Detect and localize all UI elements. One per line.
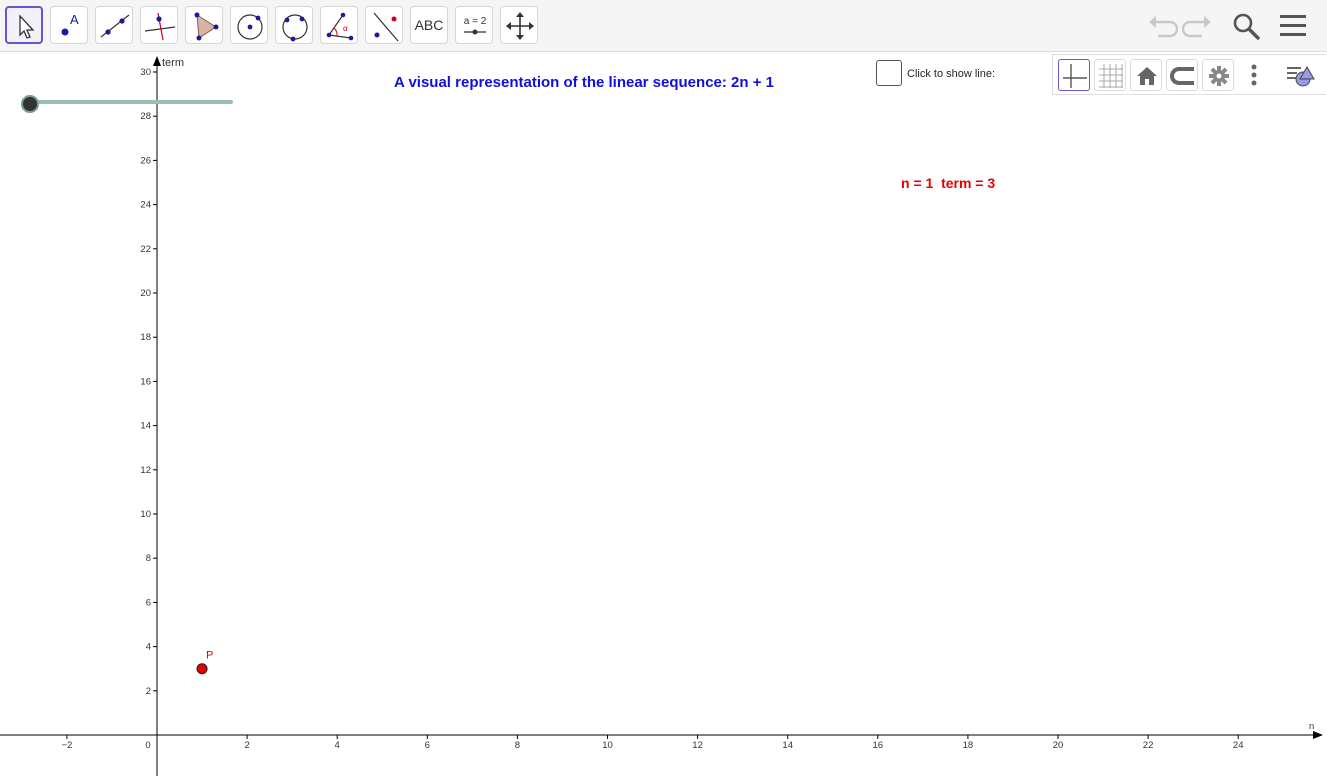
perpendicular-line-tool-button[interactable]	[140, 6, 178, 44]
x-tick-label: 24	[1233, 740, 1244, 751]
line-tool-button[interactable]	[95, 6, 133, 44]
point-p[interactable]	[196, 663, 208, 675]
y-tick-label: 6	[146, 597, 151, 608]
y-tick-label: 24	[140, 200, 151, 211]
line-through-points-icon	[100, 14, 130, 38]
axes-toggle-button[interactable]	[1058, 59, 1090, 91]
graphics-style-bar	[1052, 54, 1326, 95]
x-tick-label: 16	[873, 740, 884, 751]
x-tick-label: −2	[61, 740, 72, 751]
slider-icon: a = 2	[464, 16, 487, 35]
y-tick-label: 18	[140, 332, 151, 343]
y-tick-label: 26	[140, 155, 151, 166]
n-term-readout: n = 1 term = 3	[901, 175, 996, 191]
toolbar: A α ABC a = 2	[0, 0, 1327, 52]
y-tick-label: 2	[146, 686, 151, 697]
point-tool-button[interactable]: A	[50, 6, 88, 44]
n-slider-track[interactable]	[30, 100, 233, 104]
show-line-checkbox[interactable]	[876, 60, 902, 86]
y-axis-arrow	[153, 56, 161, 66]
x-axis-label: n	[1309, 721, 1314, 732]
axes-toggle-icon	[1063, 64, 1087, 88]
y-tick-label: 14	[140, 421, 151, 432]
x-axis-arrow	[1313, 731, 1323, 739]
show-line-checkbox-label[interactable]: Click to show line:	[907, 68, 995, 80]
x-tick-label: 20	[1053, 740, 1064, 751]
circle-three-points-tool-button[interactable]	[275, 6, 313, 44]
y-tick-label: 30	[140, 67, 151, 78]
n-slider-knob[interactable]	[21, 95, 39, 113]
reflect-about-line-icon	[373, 12, 399, 42]
point-capturing-button[interactable]	[1166, 59, 1198, 91]
circle-center-point-tool-button[interactable]	[230, 6, 268, 44]
text-tool-label: ABC	[414, 17, 444, 33]
grid-toggle-icon	[1099, 64, 1123, 88]
y-tick-label: 12	[140, 465, 151, 476]
x-tick-label: 4	[335, 740, 340, 751]
settings-icon	[1209, 66, 1229, 86]
point-icon: A	[61, 12, 79, 36]
graphics-view-toggle-button[interactable]	[1283, 59, 1323, 91]
text-tool-button[interactable]: ABC	[410, 6, 448, 44]
perpendicular-line-icon	[144, 12, 176, 41]
x-tick-label: 12	[692, 740, 703, 751]
move-arrows-icon	[506, 12, 534, 40]
graphics-view-toggle-icon	[1287, 66, 1315, 87]
graphics-view[interactable]: −2 0 2 4 6 8 10 12 14 16 18 20 22 24 2468101214161820…	[0, 52, 1327, 776]
grid-toggle-button[interactable]	[1094, 59, 1126, 91]
home-icon	[1137, 67, 1157, 85]
x-tick-label: 2	[244, 740, 249, 751]
polygon-tool-button[interactable]	[185, 6, 223, 44]
more-vertical-icon	[1251, 64, 1257, 86]
point-tool-label: A	[70, 12, 79, 27]
reflect-tool-button[interactable]	[365, 6, 403, 44]
x-tick-label: 8	[515, 740, 520, 751]
x-tick-label: 18	[963, 740, 974, 751]
x-tick-label: 10	[602, 740, 613, 751]
search-button[interactable]	[1230, 10, 1262, 42]
main-menu-button[interactable]	[1277, 10, 1309, 42]
cursor-arrow-icon	[19, 14, 35, 39]
menu-icon	[1280, 15, 1306, 36]
y-axis-label: term	[162, 57, 184, 69]
slider-tool-button[interactable]: a = 2	[455, 6, 493, 44]
point-p-label: P	[206, 650, 213, 662]
x-tick-label: 6	[425, 740, 430, 751]
home-button[interactable]	[1130, 59, 1162, 91]
undo-icon	[1149, 16, 1179, 38]
angle-tool-button[interactable]: α	[320, 6, 358, 44]
y-tick-label: 4	[146, 642, 151, 653]
x-axis-ticks: −2 0 2 4 6 8 10 12 14 16 18 20 22 24	[61, 735, 1243, 751]
move-graphics-view-tool-button[interactable]	[500, 6, 538, 44]
y-axis-ticks: 24681012141618202224262830	[140, 67, 157, 697]
sequence-title: A visual representation of the linear se…	[394, 74, 774, 91]
x-tick-label: 14	[782, 740, 793, 751]
angle-tool-label: α	[343, 24, 348, 33]
y-tick-label: 22	[140, 244, 151, 255]
polygon-icon	[194, 12, 219, 41]
y-tick-label: 28	[140, 111, 151, 122]
circle-three-points-icon	[282, 14, 308, 42]
settings-button[interactable]	[1202, 59, 1234, 91]
n-slider[interactable]	[20, 92, 235, 113]
redo-icon	[1181, 16, 1211, 38]
undo-button[interactable]	[1146, 10, 1179, 42]
y-tick-label: 20	[140, 288, 151, 299]
search-icon	[1233, 13, 1260, 40]
redo-button[interactable]	[1181, 10, 1214, 42]
x-tick-label: 22	[1143, 740, 1154, 751]
y-tick-label: 10	[140, 509, 151, 520]
x-tick-label: 0	[145, 740, 150, 751]
move-tool-button[interactable]	[5, 6, 43, 44]
angle-icon: α	[326, 12, 354, 41]
slider-tool-label: a = 2	[464, 16, 487, 27]
y-tick-label: 8	[146, 553, 151, 564]
more-options-button[interactable]	[1242, 59, 1266, 91]
y-tick-label: 16	[140, 376, 151, 387]
point-capturing-icon	[1170, 67, 1194, 85]
circle-center-icon	[237, 14, 263, 40]
